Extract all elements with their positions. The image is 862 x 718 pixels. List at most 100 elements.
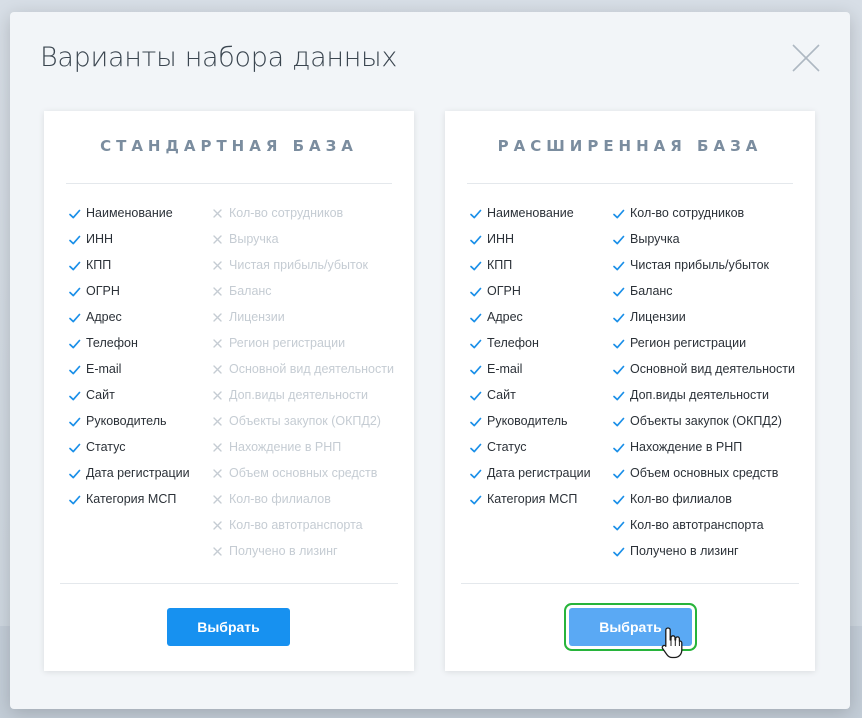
extended-included-list-left: Наименование ИНН КПП ОГРН Адрес Телефон E-mail…: [469, 206, 591, 518]
feature-item: КПП: [68, 258, 190, 284]
feature-label: Кол-во автотранспорта: [630, 518, 764, 532]
dataset-options-modal: Варианты набора данных СТАНДАРТНАЯ БАЗА …: [10, 12, 850, 709]
feature-label: Регион регистрации: [229, 336, 346, 350]
card-divider: [467, 183, 793, 184]
feature-item: Объекты закупок (ОКПД2): [211, 414, 394, 440]
feature-item: E-mail: [469, 362, 591, 388]
standard-included-list: Наименование ИНН КПП ОГРН Адрес Телефон E-mail…: [68, 206, 190, 518]
cross-icon: [213, 209, 222, 218]
feature-item: Баланс: [612, 284, 795, 310]
feature-label: КПП: [86, 258, 112, 272]
check-icon: [69, 365, 81, 375]
check-icon: [613, 521, 625, 531]
feature-label: Регион регистрации: [630, 336, 747, 350]
feature-item: Объекты закупок (ОКПД2): [612, 414, 795, 440]
feature-label: Дата регистрации: [487, 466, 591, 480]
feature-item: Статус: [68, 440, 190, 466]
feature-label: Выручка: [630, 232, 680, 246]
feature-label: Руководитель: [487, 414, 568, 428]
cross-icon: [213, 521, 222, 530]
feature-label: Объем основных средств: [630, 466, 779, 480]
feature-label: Кол-во филиалов: [630, 492, 732, 506]
feature-label: Нахождение в РНП: [630, 440, 743, 454]
feature-item: Кол-во сотрудников: [612, 206, 795, 232]
check-icon: [613, 365, 625, 375]
feature-label: Объекты закупок (ОКПД2): [229, 414, 381, 428]
card-divider: [461, 583, 799, 584]
feature-label: Баланс: [229, 284, 272, 298]
feature-item: Категория МСП: [68, 492, 190, 518]
feature-label: ИНН: [487, 232, 515, 246]
check-icon: [69, 469, 81, 479]
feature-item: Чистая прибыль/убыток: [211, 258, 394, 284]
check-icon: [613, 209, 625, 219]
cross-icon: [213, 287, 222, 296]
feature-item: Кол-во автотранспорта: [211, 518, 394, 544]
feature-item: ОГРН: [469, 284, 591, 310]
feature-item: Адрес: [469, 310, 591, 336]
cross-icon: [213, 443, 222, 452]
feature-item: Получено в лизинг: [612, 544, 795, 570]
feature-label: КПП: [487, 258, 513, 272]
check-icon: [613, 287, 625, 297]
check-icon: [69, 209, 81, 219]
check-icon: [613, 417, 625, 427]
check-icon: [470, 209, 482, 219]
feature-label: Доп.виды деятельности: [630, 388, 769, 402]
extended-plan-card: РАСШИРЕННАЯ БАЗА Наименование ИНН КПП ОГРН А…: [445, 111, 815, 671]
feature-label: Чистая прибыль/убыток: [229, 258, 369, 272]
feature-item: Лицензии: [211, 310, 394, 336]
standard-plan-title: СТАНДАРТНАЯ БАЗА: [100, 137, 358, 155]
feature-item: Дата регистрации: [68, 466, 190, 492]
modal-title: Варианты набора данных: [40, 42, 398, 73]
feature-item: Объем основных средств: [612, 466, 795, 492]
check-icon: [69, 235, 81, 245]
check-icon: [470, 235, 482, 245]
card-divider: [66, 183, 392, 184]
feature-item: Статус: [469, 440, 591, 466]
feature-item: КПП: [469, 258, 591, 284]
check-icon: [613, 547, 625, 557]
feature-label: Основной вид деятельности: [630, 362, 795, 376]
check-icon: [613, 443, 625, 453]
feature-item: Выручка: [612, 232, 795, 258]
feature-item: Сайт: [68, 388, 190, 414]
cross-icon: [213, 417, 222, 426]
check-icon: [470, 391, 482, 401]
feature-label: Статус: [86, 440, 126, 454]
select-extended-button[interactable]: Выбрать: [569, 608, 692, 646]
check-icon: [470, 313, 482, 323]
check-icon: [69, 287, 81, 297]
feature-item: Руководитель: [68, 414, 190, 440]
feature-item: ИНН: [68, 232, 190, 258]
feature-item: Объем основных средств: [211, 466, 394, 492]
select-standard-button[interactable]: Выбрать: [167, 608, 290, 646]
check-icon: [69, 443, 81, 453]
feature-item: Кол-во автотранспорта: [612, 518, 795, 544]
feature-label: Кол-во филиалов: [229, 492, 331, 506]
feature-label: Сайт: [487, 388, 516, 402]
close-icon[interactable]: [790, 42, 822, 74]
check-icon: [69, 391, 81, 401]
check-icon: [470, 339, 482, 349]
feature-label: Кол-во автотранспорта: [229, 518, 363, 532]
feature-item: Баланс: [211, 284, 394, 310]
cross-icon: [213, 469, 222, 478]
feature-item: Кол-во сотрудников: [211, 206, 394, 232]
feature-label: Лицензии: [630, 310, 686, 324]
feature-label: Нахождение в РНП: [229, 440, 342, 454]
feature-item: Кол-во филиалов: [211, 492, 394, 518]
feature-label: Кол-во сотрудников: [229, 206, 344, 220]
feature-label: Адрес: [86, 310, 122, 324]
feature-item: Наименование: [68, 206, 190, 232]
feature-label: Сайт: [86, 388, 115, 402]
check-icon: [69, 313, 81, 323]
feature-label: Наименование: [86, 206, 173, 220]
feature-item: Основной вид деятельности: [612, 362, 795, 388]
feature-label: Категория МСП: [86, 492, 177, 506]
feature-label: Основной вид деятельности: [229, 362, 394, 376]
feature-item: E-mail: [68, 362, 190, 388]
check-icon: [613, 495, 625, 505]
check-icon: [613, 339, 625, 349]
check-icon: [613, 235, 625, 245]
